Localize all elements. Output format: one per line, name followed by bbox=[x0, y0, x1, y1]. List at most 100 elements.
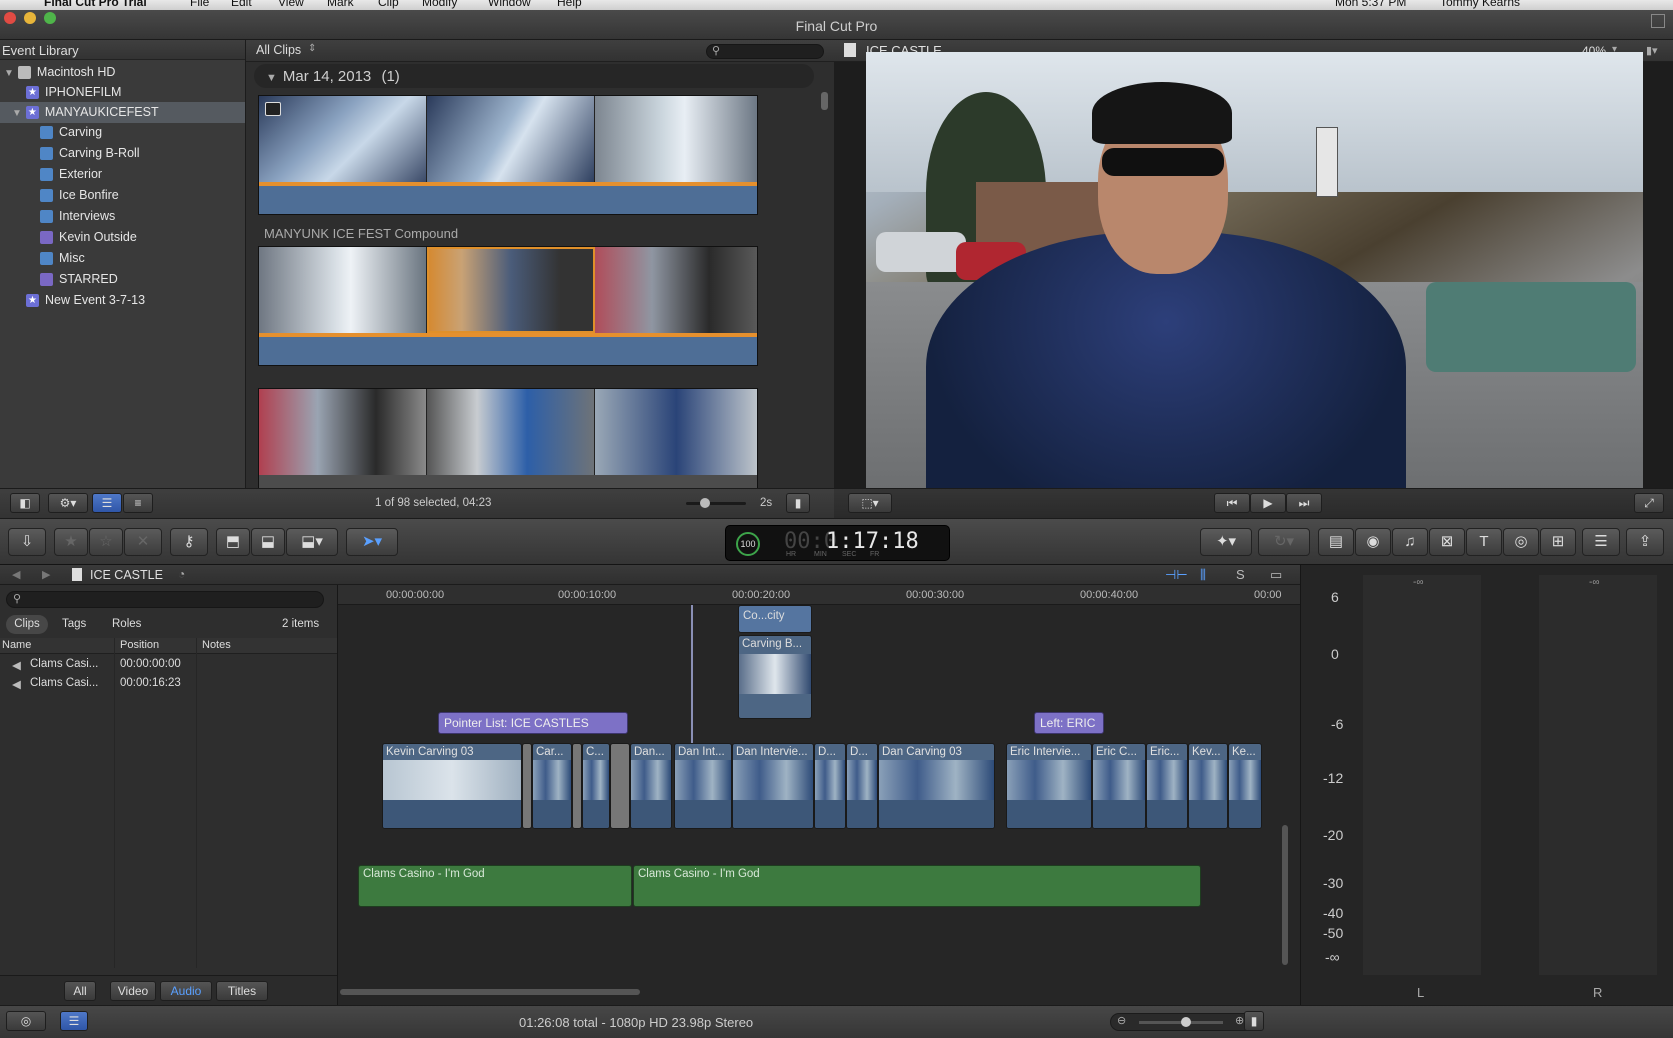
import-media-button[interactable]: ⇩ bbox=[8, 528, 46, 556]
clip-appearance-button[interactable]: ▮ bbox=[786, 493, 810, 513]
next-edit-button[interactable]: ⏭ bbox=[1286, 493, 1322, 513]
timeline-clip[interactable]: Dan Intervie... bbox=[732, 743, 814, 829]
clip-filmstrip[interactable] bbox=[258, 95, 758, 215]
timeline-vertical-scrollbar[interactable] bbox=[1282, 825, 1288, 965]
connected-compound-clip[interactable]: Co...city bbox=[738, 605, 812, 633]
timeline-clip[interactable]: Dan Carving 03 bbox=[878, 743, 995, 829]
clip-filter-popup[interactable]: All Clips bbox=[256, 43, 301, 57]
timeline-ruler[interactable]: 00:00:00:00 00:00:10:00 00:00:20:00 00:0… bbox=[338, 585, 1300, 605]
menu-clip[interactable]: Clip bbox=[378, 0, 399, 9]
zoom-in-icon[interactable]: ⊕ bbox=[1235, 1014, 1244, 1027]
filmstrip-view-button[interactable]: ☰ bbox=[92, 493, 122, 513]
disclosure-triangle-icon[interactable]: ▼ bbox=[4, 68, 14, 79]
connected-broll-clip[interactable]: Carving B... bbox=[738, 635, 812, 719]
library-item-event[interactable]: ★ New Event 3-7-13 bbox=[0, 290, 245, 311]
timeline-clip[interactable]: D... bbox=[846, 743, 878, 829]
viewer-display-options-button[interactable]: ⬚▾ bbox=[848, 493, 892, 513]
library-item-keyword[interactable]: Ice Bonfire bbox=[0, 185, 245, 206]
library-item-keyword[interactable]: Misc bbox=[0, 248, 245, 269]
forward-arrow-icon[interactable]: ▶ bbox=[42, 568, 50, 581]
timeline-clip[interactable]: Kevin Carving 03 bbox=[382, 743, 522, 829]
music-clip[interactable]: Clams Casino - I'm God bbox=[633, 865, 1201, 907]
library-item-drive[interactable]: ▼ Macintosh HD bbox=[0, 62, 245, 83]
column-header-position[interactable]: Position bbox=[120, 639, 159, 651]
library-item-smart-collection[interactable]: Kevin Outside bbox=[0, 227, 245, 248]
disclosure-triangle-icon[interactable]: ▼ bbox=[12, 108, 22, 119]
clip-filmstrip[interactable] bbox=[258, 388, 758, 490]
favorite-star-icon[interactable]: ★ bbox=[54, 528, 88, 556]
library-item-keyword[interactable]: Exterior bbox=[0, 164, 245, 185]
transition[interactable] bbox=[572, 743, 582, 829]
zoom-slider-thumb[interactable] bbox=[1181, 1017, 1191, 1027]
library-item-event[interactable]: ★ IPHONEFILM bbox=[0, 82, 245, 103]
filter-titles-button[interactable]: Titles bbox=[216, 981, 268, 1001]
timeline-clip[interactable]: D... bbox=[814, 743, 846, 829]
timeline-clip[interactable]: Dan... bbox=[630, 743, 672, 829]
music-note-icon[interactable]: ♫ bbox=[1392, 528, 1428, 556]
timeline-clip[interactable]: Eric Intervie... bbox=[1006, 743, 1092, 829]
background-tasks-indicator[interactable]: 100 bbox=[736, 532, 760, 556]
video-frame[interactable] bbox=[866, 52, 1643, 488]
clip-appearance-toggle[interactable]: ▮ bbox=[1244, 1011, 1264, 1031]
tab-clips[interactable]: Clips bbox=[6, 615, 48, 634]
media-filmstrip-icon[interactable]: ◎ bbox=[6, 1011, 46, 1031]
menu-view[interactable]: View bbox=[278, 0, 304, 9]
marker-label[interactable]: Pointer List: ICE CASTLES bbox=[438, 712, 628, 734]
music-clip[interactable]: Clams Casino - I'm God bbox=[358, 865, 632, 907]
menu-modify[interactable]: Modify bbox=[422, 0, 457, 9]
tab-roles[interactable]: Roles bbox=[112, 615, 141, 634]
dashboard-timecode[interactable]: 100 00:0 1:17:18 HR MIN SEC FR bbox=[725, 525, 950, 561]
column-header-name[interactable]: Name bbox=[2, 639, 31, 651]
timeline-clip[interactable]: Car... bbox=[532, 743, 572, 829]
enhancements-wand-icon[interactable]: ✦▾ bbox=[1200, 528, 1252, 556]
list-view-button[interactable]: ≡ bbox=[123, 493, 153, 513]
menu-user[interactable]: Tommy Kearns bbox=[1440, 0, 1520, 9]
timeline-clip[interactable]: Kev... bbox=[1188, 743, 1228, 829]
camera-icon[interactable]: ◉ bbox=[1355, 528, 1391, 556]
transitions-icon[interactable]: ⊠ bbox=[1429, 528, 1465, 556]
clip-duration-slider[interactable] bbox=[686, 498, 746, 508]
viewer-options-icon[interactable]: ▮▾ bbox=[1646, 44, 1658, 57]
tab-tags[interactable]: Tags bbox=[62, 615, 86, 634]
previous-edit-button[interactable]: ⏮ bbox=[1214, 493, 1250, 513]
titles-t-icon[interactable]: T bbox=[1466, 528, 1502, 556]
action-gear-icon[interactable]: ⚙▾ bbox=[48, 493, 88, 513]
menu-file[interactable]: File bbox=[190, 0, 209, 9]
timeline[interactable]: 00:00:00:00 00:00:10:00 00:00:20:00 00:0… bbox=[338, 585, 1300, 1005]
menu-help[interactable]: Help bbox=[557, 0, 582, 9]
menu-window[interactable]: Window bbox=[488, 0, 531, 9]
audio-skimming-icon[interactable]: ◔ bbox=[178, 567, 185, 581]
unrate-star-icon[interactable]: ☆ bbox=[89, 528, 123, 556]
keyword-editor-key-icon[interactable]: ⚷ bbox=[170, 528, 208, 556]
timeline-zoom-control[interactable]: ⊖ ⊕ bbox=[1110, 1013, 1260, 1031]
audio-waveform-icon[interactable]: ⫼ bbox=[1200, 567, 1206, 583]
popup-arrows-icon[interactable]: ⇕ bbox=[308, 43, 316, 54]
menu-app-name[interactable]: Final Cut Pro Trial bbox=[44, 0, 147, 9]
clip-filmstrip[interactable] bbox=[258, 246, 758, 366]
reject-x-icon[interactable]: ✕ bbox=[124, 528, 162, 556]
themes-icon[interactable]: ⊞ bbox=[1540, 528, 1576, 556]
share-icon[interactable]: ⇪ bbox=[1626, 528, 1664, 556]
library-item-keyword[interactable]: Interviews bbox=[0, 206, 245, 227]
library-item-keyword[interactable]: Carving bbox=[0, 122, 245, 143]
disclosure-triangle-icon[interactable]: ▼ bbox=[266, 72, 277, 84]
clip-appearance-icon[interactable]: ▭ bbox=[1270, 567, 1282, 583]
date-group-header[interactable]: ▼ Mar 14, 2013 (1) bbox=[254, 64, 814, 88]
timeline-horizontal-scrollbar[interactable] bbox=[340, 989, 640, 995]
fullscreen-playback-button[interactable]: ⤢ bbox=[1634, 493, 1664, 513]
timeline-index-search-field[interactable]: ⚲ bbox=[6, 591, 324, 608]
transition[interactable] bbox=[610, 743, 630, 829]
inspector-sliders-icon[interactable]: ☰ bbox=[1582, 528, 1620, 556]
append-clip-button[interactable]: ⬓▾ bbox=[286, 528, 338, 556]
zoom-out-icon[interactable]: ⊖ bbox=[1117, 1014, 1126, 1027]
transition[interactable] bbox=[522, 743, 532, 829]
timeline-index-button[interactable]: ☰ bbox=[60, 1011, 88, 1031]
solo-icon[interactable]: S bbox=[1236, 567, 1245, 582]
retime-icon[interactable]: ↻▾ bbox=[1258, 528, 1310, 556]
column-header-notes[interactable]: Notes bbox=[202, 639, 231, 651]
timeline-clip[interactable]: Dan Int... bbox=[674, 743, 732, 829]
browser-search-field[interactable]: ⚲ bbox=[706, 44, 824, 59]
library-item-event-selected[interactable]: ▼ ★ MANYAUKICEFEST bbox=[0, 102, 245, 123]
browser-scrollbar[interactable] bbox=[821, 92, 828, 110]
back-arrow-icon[interactable]: ◀ bbox=[12, 568, 20, 581]
